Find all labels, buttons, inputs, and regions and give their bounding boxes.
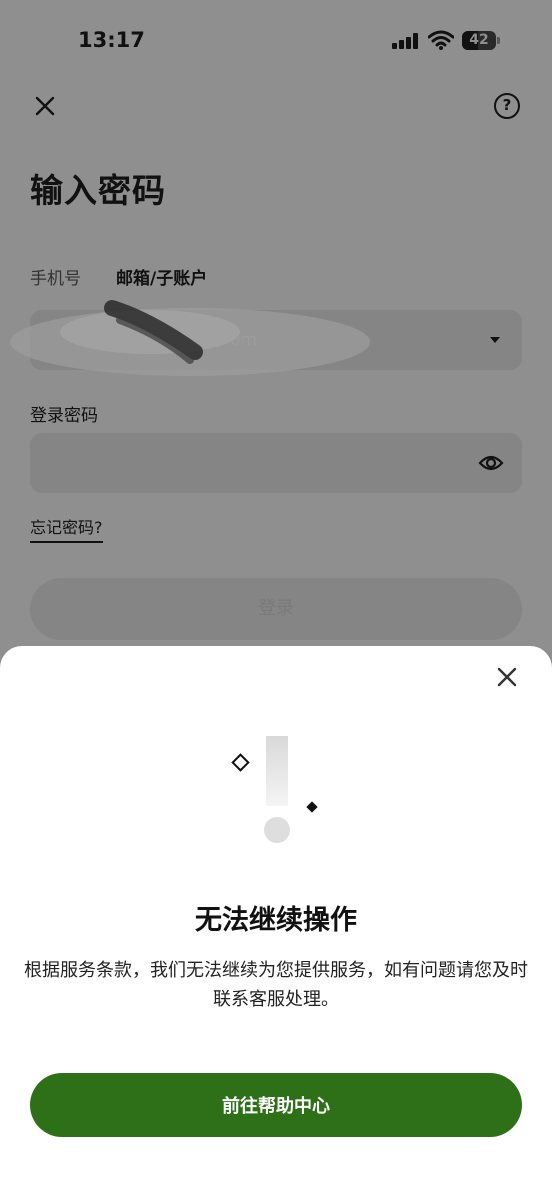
- dialog-description: 根据服务条款，我们无法继续为您提供服务，如有问题请您及时联系客服处理。: [24, 960, 528, 1010]
- password-label: 登录密码: [30, 406, 98, 426]
- go-to-help-center-button[interactable]: 前往帮助中心: [30, 1073, 522, 1137]
- redaction-scribble: [10, 300, 370, 376]
- warning-exclamation-icon: [231, 736, 318, 843]
- chevron-down-icon[interactable]: [490, 337, 500, 343]
- battery-level: 42: [469, 32, 489, 48]
- blocked-dialog: 无法继续操作 根据服务条款，我们无法继续为您提供服务，如有问题请您及时联系客服处…: [0, 646, 552, 1200]
- page-title: 输入密码: [30, 171, 166, 210]
- tab-phone[interactable]: 手机号: [30, 264, 81, 289]
- close-icon[interactable]: [496, 666, 518, 688]
- battery-icon: 42: [462, 31, 500, 50]
- dialog-title: 无法继续操作: [195, 905, 357, 936]
- eye-icon[interactable]: [478, 451, 504, 475]
- help-circle-icon[interactable]: ?: [494, 93, 520, 119]
- tab-email-subaccount[interactable]: 邮箱/子账户: [116, 264, 207, 289]
- status-bar: 13:17 42: [0, 0, 552, 80]
- forgot-password-link[interactable]: 忘记密码?: [30, 514, 103, 543]
- login-button[interactable]: 登录: [30, 578, 522, 640]
- signal-icon: [392, 33, 420, 49]
- wifi-icon: [428, 30, 454, 50]
- status-time: 13:17: [78, 28, 145, 52]
- password-input[interactable]: [30, 433, 522, 493]
- close-icon[interactable]: [34, 95, 56, 117]
